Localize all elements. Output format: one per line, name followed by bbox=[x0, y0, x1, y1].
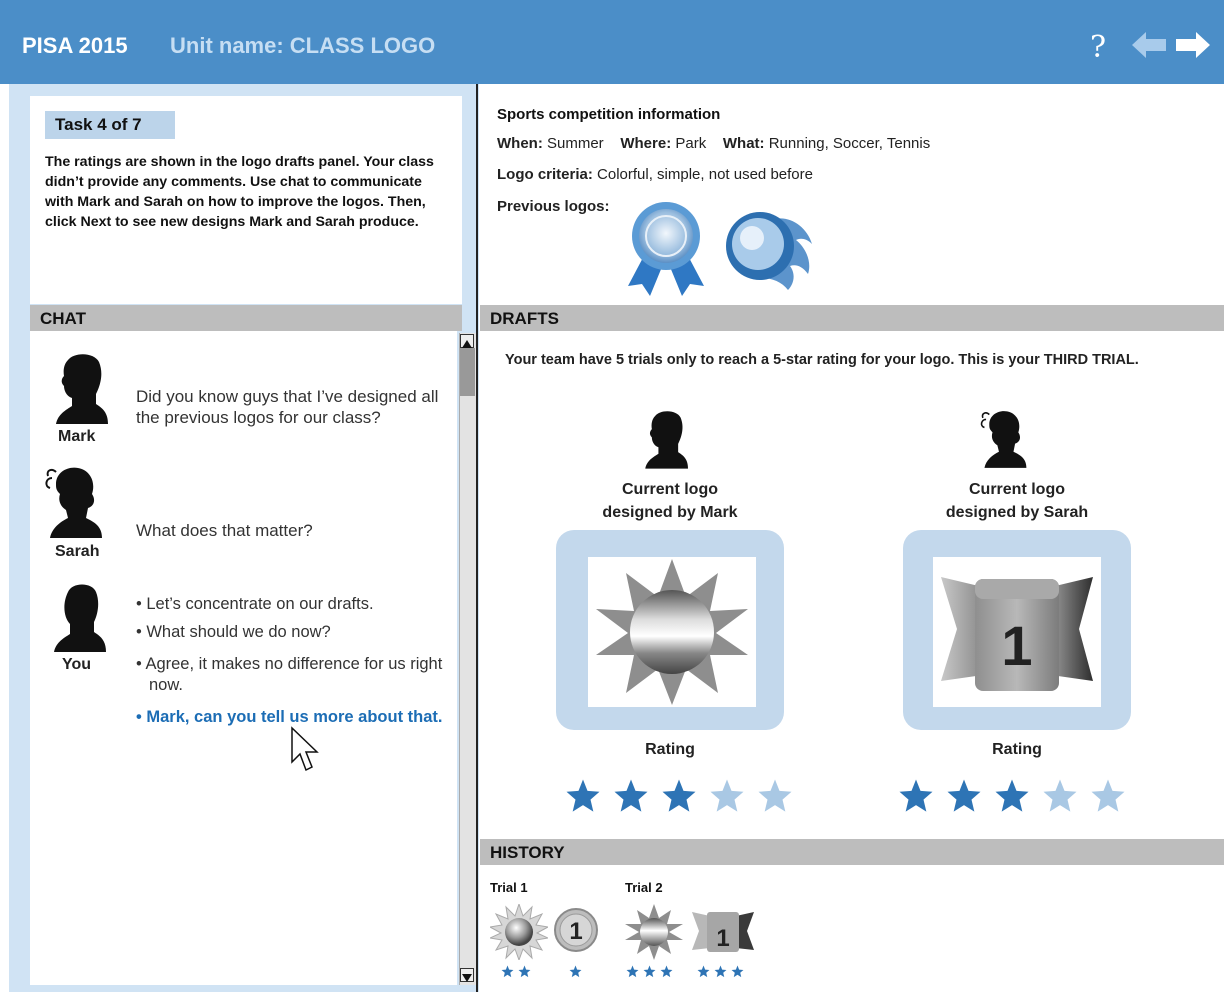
star-filled-icon bbox=[714, 965, 727, 978]
banner-number-logo-icon: 1 bbox=[941, 577, 1093, 691]
mark-name: Mark bbox=[58, 428, 96, 445]
chat-scrollbar[interactable] bbox=[459, 333, 476, 985]
what-label: What: bbox=[722, 135, 765, 152]
info-heading: Sports competition information bbox=[497, 106, 721, 123]
trial-2-mark-stars bbox=[626, 965, 673, 978]
sarah-rating-label: Rating bbox=[992, 741, 1042, 758]
criteria-value: Colorful, simple, not used before bbox=[597, 166, 813, 183]
unit-name: Unit name: CLASS LOGO bbox=[170, 33, 436, 58]
mark-rating-label: Rating bbox=[645, 741, 695, 758]
app-title: PISA 2015 bbox=[22, 33, 128, 58]
criteria-label: Logo criteria: bbox=[497, 166, 593, 183]
mark-logo bbox=[588, 557, 756, 707]
sarah-avatar-icon-drafts bbox=[980, 411, 1027, 468]
task-counter: Task 4 of 7 bbox=[45, 111, 175, 139]
sarah-avatar-icon bbox=[45, 467, 102, 538]
mark-rating-stars bbox=[564, 778, 794, 814]
mark-logo-caption-2: designed by Mark bbox=[602, 504, 738, 521]
trial-1-mark-stars bbox=[501, 965, 531, 978]
help-icon[interactable]: ? bbox=[1090, 30, 1106, 65]
drafts-header: DRAFTS bbox=[480, 305, 1224, 331]
medal-ribbon-icon bbox=[628, 202, 704, 296]
star-filled-icon bbox=[662, 779, 696, 812]
star-filled-icon bbox=[501, 965, 514, 978]
star-filled-icon bbox=[899, 779, 933, 812]
chat-option-2[interactable]: • What should we do now? bbox=[136, 622, 446, 643]
mark-logo-caption-1: Current logo bbox=[622, 481, 718, 498]
sarah-logo-caption-1: Current logo bbox=[969, 481, 1065, 498]
trial-2-label: Trial 2 bbox=[625, 880, 663, 895]
star-filled-icon bbox=[643, 965, 656, 978]
trial-1-mark-logo-icon bbox=[490, 904, 548, 960]
sarah-message: What does that matter? bbox=[136, 521, 313, 540]
panel-divider bbox=[476, 84, 478, 992]
drafts-intro: Your team have 5 trials only to reach a … bbox=[505, 352, 1139, 368]
you-avatar-icon bbox=[54, 584, 106, 652]
star-filled-icon bbox=[731, 965, 744, 978]
chat-option-3[interactable]: • Agree, it makes no difference for us r… bbox=[136, 654, 446, 696]
sarah-logo: 1 bbox=[933, 557, 1101, 707]
mark-message: Did you know guys that I’ve designed all… bbox=[136, 387, 439, 427]
sarah-logo-caption-2: designed by Sarah bbox=[945, 504, 1089, 521]
star-empty-icon bbox=[1091, 779, 1125, 812]
task-instructions: The ratings are shown in the logo drafts… bbox=[45, 154, 434, 230]
star-filled-icon bbox=[697, 965, 710, 978]
mark-avatar-icon bbox=[56, 354, 108, 424]
info-when-where-what: When: Summer Where: Park What: Running, … bbox=[497, 135, 930, 152]
trial-2-mark-logo-icon bbox=[625, 904, 683, 960]
chat-option-4[interactable]: • Mark, can you tell us more about that. bbox=[136, 707, 446, 728]
header-bar: PISA 2015 Unit name: CLASS LOGO ? bbox=[0, 0, 1224, 84]
scroll-down-button[interactable] bbox=[460, 968, 474, 982]
mark-avatar-icon-drafts bbox=[645, 411, 688, 469]
trial-2-sarah-stars bbox=[697, 965, 744, 978]
star-filled-icon bbox=[660, 965, 673, 978]
star-filled-icon bbox=[518, 965, 531, 978]
star-filled-icon bbox=[947, 779, 981, 812]
trial-1-sarah-logo-icon: 1 bbox=[554, 908, 598, 952]
star-filled-icon bbox=[995, 779, 1029, 812]
chat-header: CHAT bbox=[30, 305, 462, 331]
arrow-right-icon[interactable] bbox=[1174, 32, 1210, 58]
star-filled-icon bbox=[569, 965, 582, 978]
sun-logo-icon bbox=[596, 559, 748, 705]
previous-logos-text: Previous logos: bbox=[497, 198, 610, 215]
scroll-thumb[interactable] bbox=[460, 348, 475, 396]
previous-logos-label: Previous logos: bbox=[497, 198, 610, 215]
sarah-rating-stars bbox=[897, 778, 1127, 814]
what-value: Running, Soccer, Tennis bbox=[768, 135, 931, 152]
where-label: Where: bbox=[620, 135, 672, 152]
flaming-ball-icon bbox=[726, 212, 812, 290]
arrow-left-icon[interactable] bbox=[1132, 32, 1168, 58]
star-filled-icon bbox=[614, 779, 648, 812]
star-empty-icon bbox=[1043, 779, 1077, 812]
trial-1-sarah-number: 1 bbox=[569, 918, 582, 945]
chat-option-1[interactable]: • Let’s concentrate on our drafts. bbox=[136, 594, 446, 615]
star-empty-icon bbox=[758, 779, 792, 812]
star-filled-icon bbox=[566, 779, 600, 812]
trial-2-sarah-logo-icon: 1 bbox=[692, 912, 754, 952]
sarah-logo-number: 1 bbox=[1001, 614, 1032, 677]
sarah-name: Sarah bbox=[55, 543, 100, 560]
trial-1-sarah-stars bbox=[569, 965, 582, 978]
star-filled-icon bbox=[626, 965, 639, 978]
when-value: Summer bbox=[547, 135, 604, 152]
star-empty-icon bbox=[710, 779, 744, 812]
trial-2-sarah-number: 1 bbox=[716, 925, 729, 952]
cursor-icon bbox=[291, 726, 319, 772]
arrow-down-icon bbox=[462, 974, 472, 982]
trial-1-label: Trial 1 bbox=[490, 880, 528, 895]
when-label: When: bbox=[497, 135, 543, 152]
scroll-up-button[interactable] bbox=[460, 334, 474, 348]
where-value: Park bbox=[675, 135, 707, 152]
you-name: You bbox=[62, 656, 92, 673]
info-criteria: Logo criteria: Colorful, simple, not use… bbox=[497, 166, 813, 183]
history-header: HISTORY bbox=[480, 839, 1224, 865]
